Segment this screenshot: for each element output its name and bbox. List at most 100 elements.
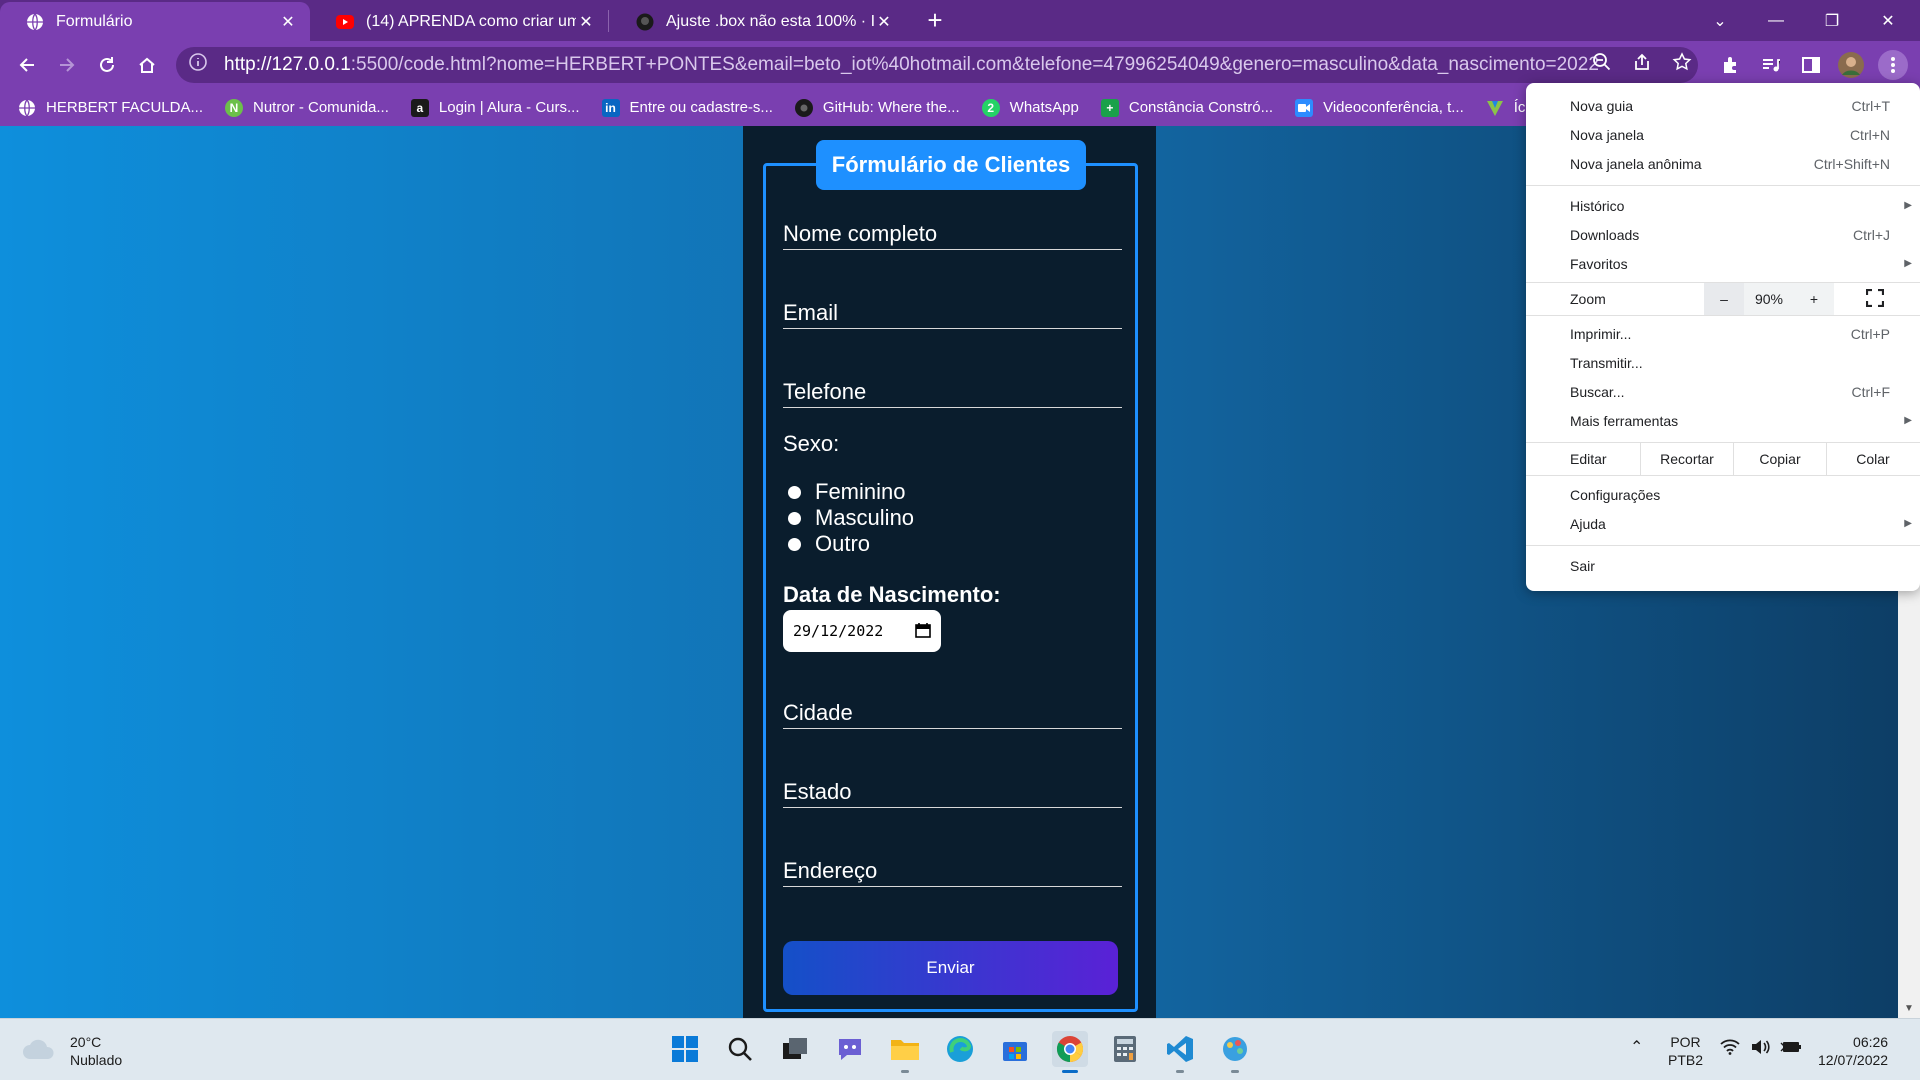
chat-button[interactable] xyxy=(832,1031,868,1067)
tab-youtube[interactable]: (14) APRENDA como criar um FO ✕ xyxy=(310,2,608,41)
bookmark-label: GitHub: Where the... xyxy=(822,99,960,116)
bookmark-linkedin[interactable]: in Entre ou cadastre-s... xyxy=(601,98,773,117)
menu-new-tab[interactable]: Nova guia Ctrl+T xyxy=(1526,91,1920,120)
minimize-button[interactable]: — xyxy=(1748,0,1804,41)
menu-new-window[interactable]: Nova janela Ctrl+N xyxy=(1526,120,1920,149)
menu-history[interactable]: Histórico ▶ xyxy=(1526,191,1920,220)
edge-button[interactable] xyxy=(942,1031,978,1067)
menu-find[interactable]: Buscar... Ctrl+F xyxy=(1526,377,1920,406)
name-field[interactable]: Nome completo xyxy=(783,221,1122,250)
task-view-button[interactable] xyxy=(777,1031,813,1067)
tab-formulario[interactable]: Formulário ✕ xyxy=(0,2,310,41)
menu-shortcut: Ctrl+N xyxy=(1849,126,1890,143)
phone-field[interactable]: Telefone xyxy=(783,379,1122,408)
start-button[interactable] xyxy=(667,1031,703,1067)
volume-icon[interactable] xyxy=(1750,1039,1770,1059)
clock[interactable]: 06:26 12/07/2022 xyxy=(1818,1033,1888,1069)
state-field[interactable]: Estado xyxy=(783,779,1122,808)
bookmark-constancia[interactable]: + Constância Constró... xyxy=(1100,98,1273,117)
zoom-in-button[interactable]: + xyxy=(1794,283,1834,315)
avatar[interactable] xyxy=(1836,50,1866,80)
url-text[interactable]: http://127.0.0.1:5500/code.html?nome=HER… xyxy=(224,54,1599,76)
bookmark-video[interactable]: Videoconferência, t... xyxy=(1295,98,1464,117)
menu-label: Configurações xyxy=(1570,486,1661,503)
menu-more-tools[interactable]: Mais ferramentas ▶ xyxy=(1526,406,1920,435)
tab-title: (14) APRENDA como criar um FO xyxy=(366,12,576,30)
menu-print[interactable]: Imprimir... Ctrl+P xyxy=(1526,319,1920,348)
copy-button[interactable]: Copiar xyxy=(1733,443,1826,475)
store-button[interactable] xyxy=(997,1031,1033,1067)
info-icon[interactable] xyxy=(188,52,210,78)
menu-incognito[interactable]: Nova janela anônima Ctrl+Shift+N xyxy=(1526,149,1920,178)
dob-input[interactable]: 29/12/2022 xyxy=(783,610,941,652)
show-hidden-icons[interactable]: ⌃ xyxy=(1630,1039,1643,1057)
address-bar[interactable]: http://127.0.0.1:5500/code.html?nome=HER… xyxy=(176,47,1698,83)
bookmark-herbert[interactable]: HERBERT FACULDA... xyxy=(18,99,203,117)
radio-feminino[interactable]: Feminino xyxy=(788,479,905,505)
radio-button[interactable] xyxy=(788,511,801,525)
tab-title: Ajuste .box não esta 100% · Issue xyxy=(666,12,874,30)
url-host: http://127.0.0.1 xyxy=(224,54,351,75)
city-field[interactable]: Cidade xyxy=(783,700,1122,729)
calendar-icon[interactable] xyxy=(915,622,931,642)
home-button[interactable] xyxy=(131,49,163,81)
chrome-menu-button[interactable] xyxy=(1878,50,1908,80)
menu-divider xyxy=(1526,315,1920,316)
radio-outro[interactable]: Outro xyxy=(788,531,870,557)
bookmark-github[interactable]: GitHub: Where the... xyxy=(794,98,960,117)
language-code: POR xyxy=(1670,1034,1701,1050)
weather-widget[interactable]: 20°C Nublado xyxy=(22,1033,122,1069)
menu-downloads[interactable]: Downloads Ctrl+J xyxy=(1526,220,1920,249)
menu-cast[interactable]: Transmitir... xyxy=(1526,348,1920,377)
back-button[interactable] xyxy=(11,49,43,81)
chrome-button[interactable] xyxy=(1052,1031,1088,1073)
battery-icon[interactable] xyxy=(1780,1039,1802,1059)
clock-time: 06:26 xyxy=(1853,1034,1889,1050)
menu-divider xyxy=(1526,475,1920,476)
bookmark-nutror[interactable]: N Nutror - Comunida... xyxy=(225,98,389,117)
side-panel-icon[interactable] xyxy=(1796,50,1826,80)
store-icon xyxy=(1003,1042,1027,1061)
menu-help[interactable]: Ajuda ▶ xyxy=(1526,509,1920,538)
media-queue-icon[interactable] xyxy=(1756,50,1786,80)
tab-search-icon[interactable]: ⌄ xyxy=(1692,0,1748,41)
zoom-level: 90% xyxy=(1754,291,1784,307)
edge-icon xyxy=(947,1036,973,1062)
search-button[interactable] xyxy=(722,1031,758,1067)
fullscreen-icon[interactable] xyxy=(1865,288,1886,309)
language-indicator[interactable]: POR PTB2 xyxy=(1668,1033,1703,1069)
scroll-down-icon[interactable]: ▼ xyxy=(1904,1003,1914,1014)
radio-masculino[interactable]: Masculino xyxy=(788,505,914,531)
new-tab-button[interactable]: + xyxy=(921,6,949,34)
reload-button[interactable] xyxy=(91,49,123,81)
app-button[interactable] xyxy=(1217,1031,1253,1073)
zoom-out-button[interactable]: – xyxy=(1704,283,1744,315)
paste-button[interactable]: Colar xyxy=(1826,443,1919,475)
share-icon[interactable] xyxy=(1630,50,1654,74)
restore-button[interactable]: ❐ xyxy=(1804,0,1860,41)
menu-settings[interactable]: Configurações xyxy=(1526,480,1920,509)
tab-github-issue[interactable]: Ajuste .box não esta 100% · Issue ✕ xyxy=(610,2,906,41)
radio-button[interactable] xyxy=(788,537,801,551)
zoom-icon[interactable] xyxy=(1590,50,1614,74)
radio-button[interactable] xyxy=(788,485,801,499)
close-window-button[interactable]: ✕ xyxy=(1860,0,1916,41)
vscode-button[interactable] xyxy=(1162,1031,1198,1073)
close-tab-icon[interactable]: ✕ xyxy=(874,12,894,32)
email-field[interactable]: Email xyxy=(783,300,1122,329)
forward-button[interactable] xyxy=(51,49,83,81)
menu-favorites[interactable]: Favoritos ▶ xyxy=(1526,249,1920,278)
bookmark-alura[interactable]: a Login | Alura - Curs... xyxy=(410,98,580,117)
extensions-icon[interactable] xyxy=(1716,50,1746,80)
menu-exit[interactable]: Sair xyxy=(1526,551,1920,580)
submit-button[interactable]: Enviar xyxy=(783,941,1118,995)
close-tab-icon[interactable]: ✕ xyxy=(278,12,298,32)
calculator-button[interactable] xyxy=(1107,1031,1143,1067)
bookmark-whatsapp[interactable]: 2 WhatsApp xyxy=(981,98,1079,117)
wifi-icon[interactable] xyxy=(1720,1039,1740,1059)
close-tab-icon[interactable]: ✕ xyxy=(576,12,596,32)
cut-button[interactable]: Recortar xyxy=(1640,443,1733,475)
address-field[interactable]: Endereço xyxy=(783,858,1122,887)
file-explorer-button[interactable] xyxy=(887,1031,923,1073)
bookmark-star-icon[interactable] xyxy=(1670,50,1694,74)
